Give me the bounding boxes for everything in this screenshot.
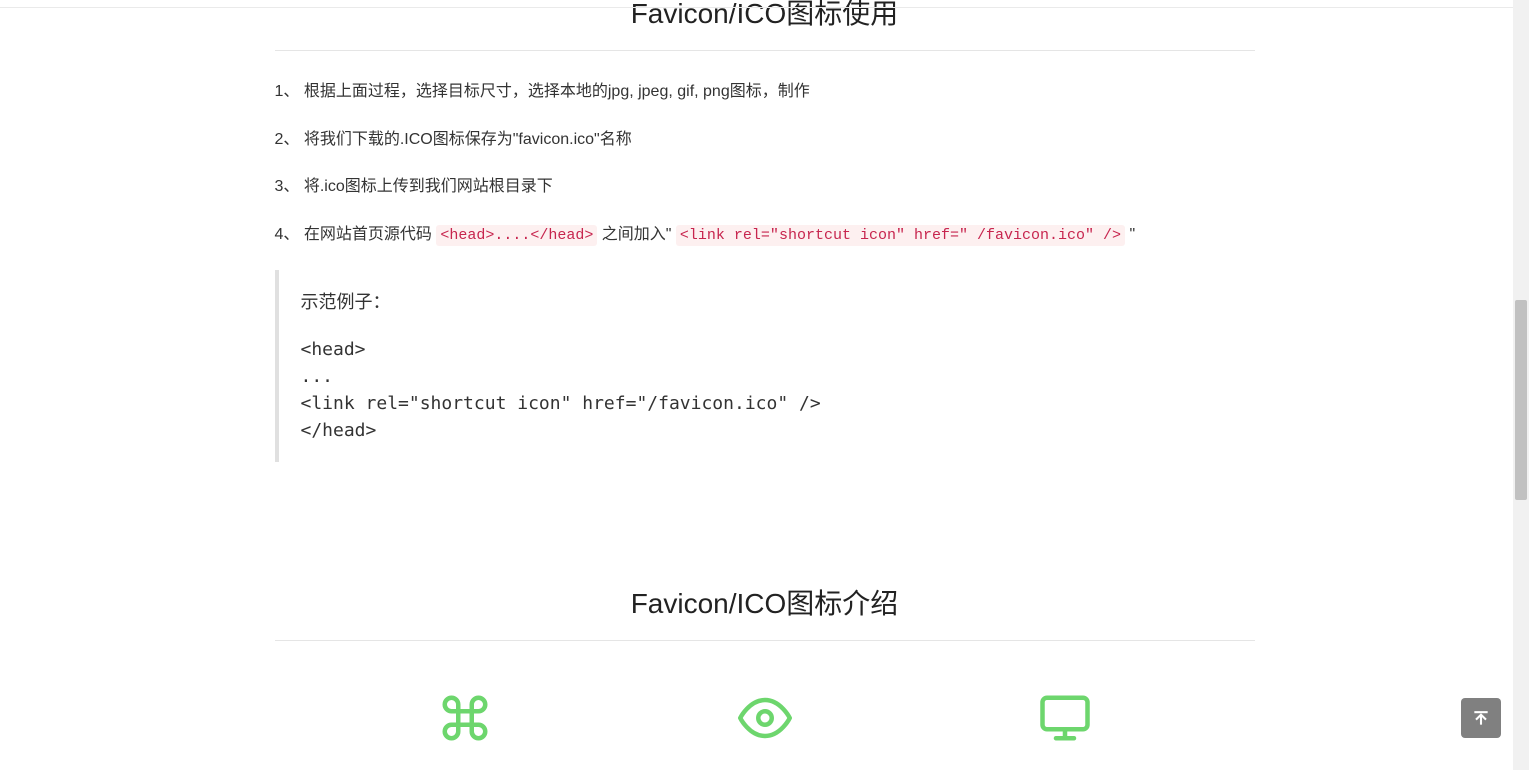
step-prefix: 2、	[275, 131, 304, 148]
command-icon	[438, 691, 492, 750]
step-text-after: "	[1125, 226, 1135, 243]
step-prefix: 1、	[275, 83, 304, 100]
section-spacer	[275, 462, 1255, 582]
scrollbar-track[interactable]	[1513, 0, 1529, 770]
usage-steps-list: 1、 根据上面过程，选择目标尺寸，选择本地的jpg, jpeg, gif, pn…	[275, 79, 1255, 248]
top-divider	[0, 7, 1529, 8]
section-intro-title: Favicon/ICO图标介绍	[275, 582, 1255, 640]
scrollbar-thumb[interactable]	[1515, 300, 1527, 500]
step-text: 根据上面过程，选择目标尺寸，选择本地的jpg, jpeg, gif, png图标…	[304, 83, 810, 100]
back-to-top-button[interactable]	[1461, 698, 1501, 738]
step-text-mid: 之间加入"	[597, 226, 676, 243]
step-prefix: 3、	[275, 178, 304, 195]
arrow-up-icon	[1471, 708, 1491, 728]
section-divider	[275, 640, 1255, 641]
example-label: 示范例子：	[301, 288, 1233, 314]
example-code: <head> ... <link rel="shortcut icon" hre…	[301, 336, 1233, 444]
step-item: 4、 在网站首页源代码 <head>....</head> 之间加入" <lin…	[275, 222, 1255, 248]
step-text: 将.ico图标上传到我们网站根目录下	[304, 178, 553, 195]
eye-icon	[738, 691, 792, 750]
step-item: 1、 根据上面过程，选择目标尺寸，选择本地的jpg, jpeg, gif, pn…	[275, 79, 1255, 105]
step-item: 3、 将.ico图标上传到我们网站根目录下	[275, 174, 1255, 200]
example-block: 示范例子： <head> ... <link rel="shortcut ico…	[275, 270, 1255, 462]
code-head-snippet: <head>....</head>	[436, 225, 597, 246]
section-divider	[275, 50, 1255, 51]
monitor-icon	[1038, 691, 1092, 750]
step-item: 2、 将我们下载的.ICO图标保存为"favicon.ico"名称	[275, 127, 1255, 153]
step-text-before: 在网站首页源代码	[304, 226, 436, 243]
code-link-snippet: <link rel="shortcut icon" href=" /favico…	[676, 225, 1125, 246]
step-prefix: 4、	[275, 226, 304, 243]
main-container: Favicon/ICO图标使用 1、 根据上面过程，选择目标尺寸，选择本地的jp…	[275, 0, 1255, 750]
intro-icon-row	[275, 691, 1255, 750]
step-text: 将我们下载的.ICO图标保存为"favicon.ico"名称	[304, 131, 632, 148]
